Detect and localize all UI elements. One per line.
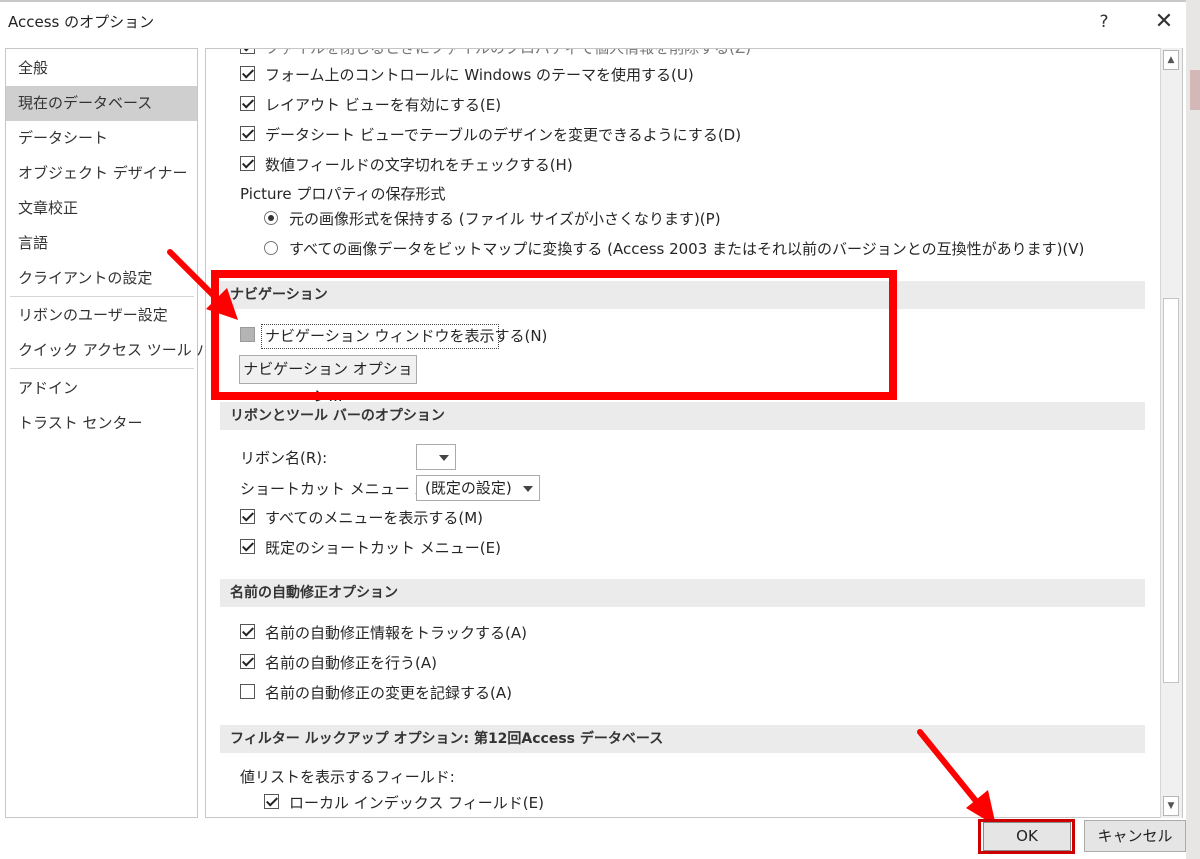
annotation-arrow-icon [167,249,238,320]
annotation-ok-highlight [978,819,1075,854]
cancel-button[interactable]: キャンセル [1084,820,1186,852]
annotation-arrows [167,249,996,826]
annotation-arrow-icon [917,729,996,826]
